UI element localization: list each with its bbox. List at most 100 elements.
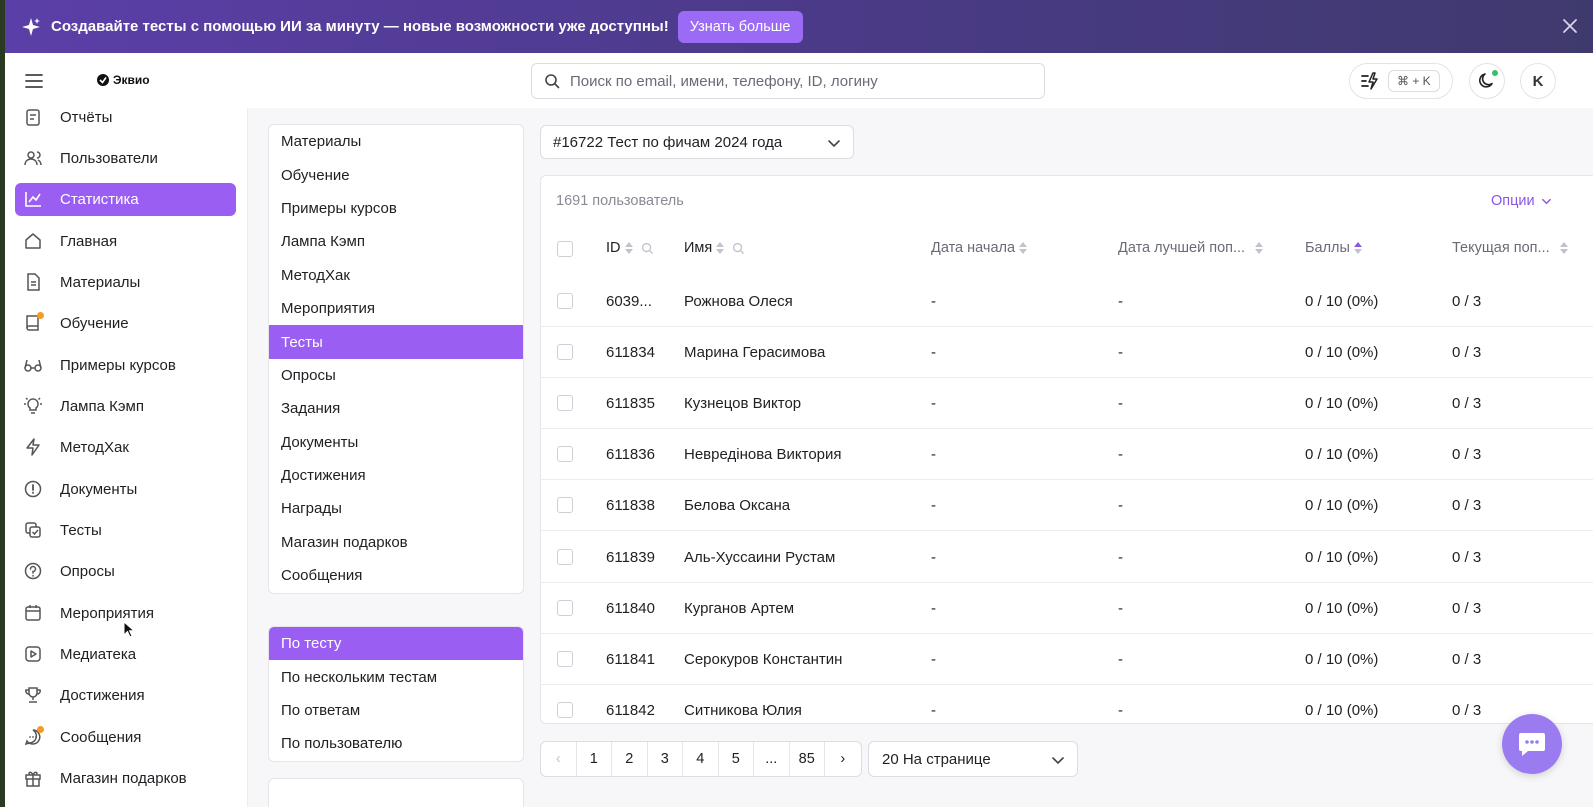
sidebar-item-5[interactable]: Обучение xyxy=(15,307,236,340)
sidebar-item-6[interactable]: Примеры курсов xyxy=(15,349,236,382)
table-row[interactable]: 611839 Аль-Хуссаини Рустам - - 0 / 10 (0%) 0 … xyxy=(541,532,1593,583)
search-icon[interactable] xyxy=(732,242,745,255)
user-avatar[interactable]: K xyxy=(1520,63,1556,99)
online-status-dot xyxy=(1491,69,1499,77)
section-item[interactable]: Задания xyxy=(269,392,523,425)
table-row[interactable]: 611834 Марина Герасимова - - 0 / 10 (0%) 0 / … xyxy=(541,327,1593,379)
section-item[interactable]: Награды xyxy=(269,492,523,525)
table-row[interactable]: 6039... Рожнова Олеся - - 0 / 10 (0%) 0 / 3 xyxy=(541,276,1593,327)
column-current-attempt[interactable]: Текущая поп... xyxy=(1452,240,1568,256)
sidebar-item-1[interactable]: Пользователи xyxy=(15,142,236,175)
table-row[interactable]: 611838 Белова Оксана - - 0 / 10 (0%) 0 / 3 xyxy=(541,480,1593,532)
search-icon xyxy=(545,74,560,89)
per-page-select[interactable]: 20 На странице xyxy=(868,741,1078,777)
section-item[interactable]: Тесты xyxy=(269,325,523,359)
menu-icon[interactable] xyxy=(24,71,44,91)
table-row[interactable]: 611841 Серокуров Константин - - 0 / 10 (0%) 0… xyxy=(541,634,1593,685)
column-score[interactable]: Баллы xyxy=(1305,240,1362,256)
next-page-button[interactable]: › xyxy=(825,742,861,776)
global-search[interactable] xyxy=(531,63,1045,99)
page-button[interactable]: 5 xyxy=(719,742,754,776)
sidebar-item-2[interactable]: Статистика xyxy=(15,182,236,216)
learn-more-button[interactable]: Узнать больше xyxy=(677,10,803,43)
page-button[interactable]: 1 xyxy=(577,742,612,776)
select-all-checkbox[interactable] xyxy=(557,241,573,257)
sidebar-item-15[interactable]: Сообщения xyxy=(15,721,236,754)
row-checkbox[interactable] xyxy=(557,548,573,565)
section-item[interactable]: Сообщения xyxy=(269,559,523,592)
report-type-item[interactable]: По нескольким тестам xyxy=(269,660,523,693)
theme-toggle-button[interactable] xyxy=(1469,63,1505,99)
row-checkbox[interactable] xyxy=(557,701,573,718)
row-checkbox[interactable] xyxy=(557,446,573,463)
section-item[interactable]: Лампа Кэмп xyxy=(269,225,523,258)
sort-asc-icon[interactable] xyxy=(1353,242,1362,254)
sort-icon[interactable] xyxy=(1019,242,1028,254)
report-type-item[interactable]: По тесту xyxy=(269,627,523,661)
search-input[interactable] xyxy=(570,72,1030,90)
row-checkbox[interactable] xyxy=(557,395,573,412)
sidebar-item-14[interactable]: Достижения xyxy=(15,679,236,712)
sidebar-item-4[interactable]: Материалы xyxy=(15,266,236,299)
command-palette-button[interactable]: ⌘ + K xyxy=(1349,63,1453,99)
row-checkbox[interactable] xyxy=(557,293,573,309)
sidebar-item-16[interactable]: Магазин подарков xyxy=(15,762,236,795)
logo[interactable]: Эквио xyxy=(96,73,150,87)
sort-icon[interactable] xyxy=(716,242,725,254)
cell-id: 611834 xyxy=(606,344,655,362)
prev-page-button[interactable]: ‹ xyxy=(541,742,577,776)
sort-icon[interactable] xyxy=(624,242,633,254)
column-best-attempt-date[interactable]: Дата лучшей поп... xyxy=(1118,240,1264,256)
column-start-date[interactable]: Дата начала xyxy=(931,240,1028,256)
sidebar-item-3[interactable]: Главная xyxy=(15,225,236,258)
sidebar-item-0[interactable]: Отчёты xyxy=(15,101,236,134)
row-checkbox[interactable] xyxy=(557,599,573,616)
cell-current-attempt: 0 / 3 xyxy=(1452,701,1482,719)
page-button[interactable]: 3 xyxy=(648,742,683,776)
options-button[interactable]: Опции xyxy=(1491,193,1552,209)
row-checkbox[interactable] xyxy=(557,344,573,361)
sidebar-item-8[interactable]: МетодХак xyxy=(15,431,236,464)
test-icon xyxy=(23,520,43,540)
sidebar-item-13[interactable]: Медиатека xyxy=(15,638,236,671)
cell-current-attempt: 0 / 3 xyxy=(1452,446,1482,464)
cell-current-attempt: 0 / 3 xyxy=(1452,599,1482,617)
section-item[interactable]: Обучение xyxy=(269,158,523,191)
close-icon[interactable] xyxy=(1559,15,1581,37)
sort-icon[interactable] xyxy=(1559,242,1568,254)
table-row[interactable]: 611836 Невредiнова Виктория - - 0 / 10 (0%) 0… xyxy=(541,429,1593,481)
table-row[interactable]: 611840 Курганов Артем - - 0 / 10 (0%) 0 / 3 xyxy=(541,583,1593,634)
test-select[interactable]: #16722 Тест по фичам 2024 года xyxy=(540,125,854,159)
table-row[interactable]: 611842 Ситникова Юлия - - 0 / 10 (0%) 0 / 3 xyxy=(541,685,1593,723)
users-table: 1691 пользователь Опции ID Имя Дата нача… xyxy=(540,175,1593,724)
row-checkbox[interactable] xyxy=(557,650,573,667)
chat-button[interactable] xyxy=(1502,714,1562,774)
trophy-icon xyxy=(23,685,43,705)
section-item[interactable]: Опросы xyxy=(269,359,523,392)
section-item[interactable]: Магазин подарков xyxy=(269,526,523,559)
section-item[interactable]: Мероприятия xyxy=(269,292,523,325)
section-item[interactable]: Достижения xyxy=(269,459,523,492)
column-name[interactable]: Имя xyxy=(684,240,745,256)
sidebar-item-7[interactable]: Лампа Кэмп xyxy=(15,390,236,423)
sort-icon[interactable] xyxy=(1255,242,1264,254)
row-checkbox[interactable] xyxy=(557,497,573,514)
section-item[interactable]: МетодХак xyxy=(269,259,523,292)
sidebar-item-10[interactable]: Тесты xyxy=(15,514,236,547)
sidebar-item-label: Материалы xyxy=(60,273,141,291)
column-id[interactable]: ID xyxy=(606,240,654,256)
section-item[interactable]: Примеры курсов xyxy=(269,192,523,225)
table-row[interactable]: 611835 Кузнецов Виктор - - 0 / 10 (0%) 0 / 3 xyxy=(541,378,1593,430)
page-button[interactable]: 2 xyxy=(612,742,648,776)
section-item[interactable]: Документы xyxy=(269,426,523,459)
page-button[interactable]: 4 xyxy=(683,742,719,776)
report-type-item[interactable]: По пользователю xyxy=(269,727,523,760)
cell-start-date: - xyxy=(931,293,936,310)
sidebar-item-11[interactable]: Опросы xyxy=(15,555,236,588)
page-button[interactable]: 85 xyxy=(790,742,825,776)
page-button[interactable]: ... xyxy=(754,742,790,776)
report-type-item[interactable]: По ответам xyxy=(269,694,523,727)
section-item[interactable]: Материалы xyxy=(269,125,523,158)
search-icon[interactable] xyxy=(641,242,654,255)
sidebar-item-9[interactable]: Документы xyxy=(15,473,236,506)
